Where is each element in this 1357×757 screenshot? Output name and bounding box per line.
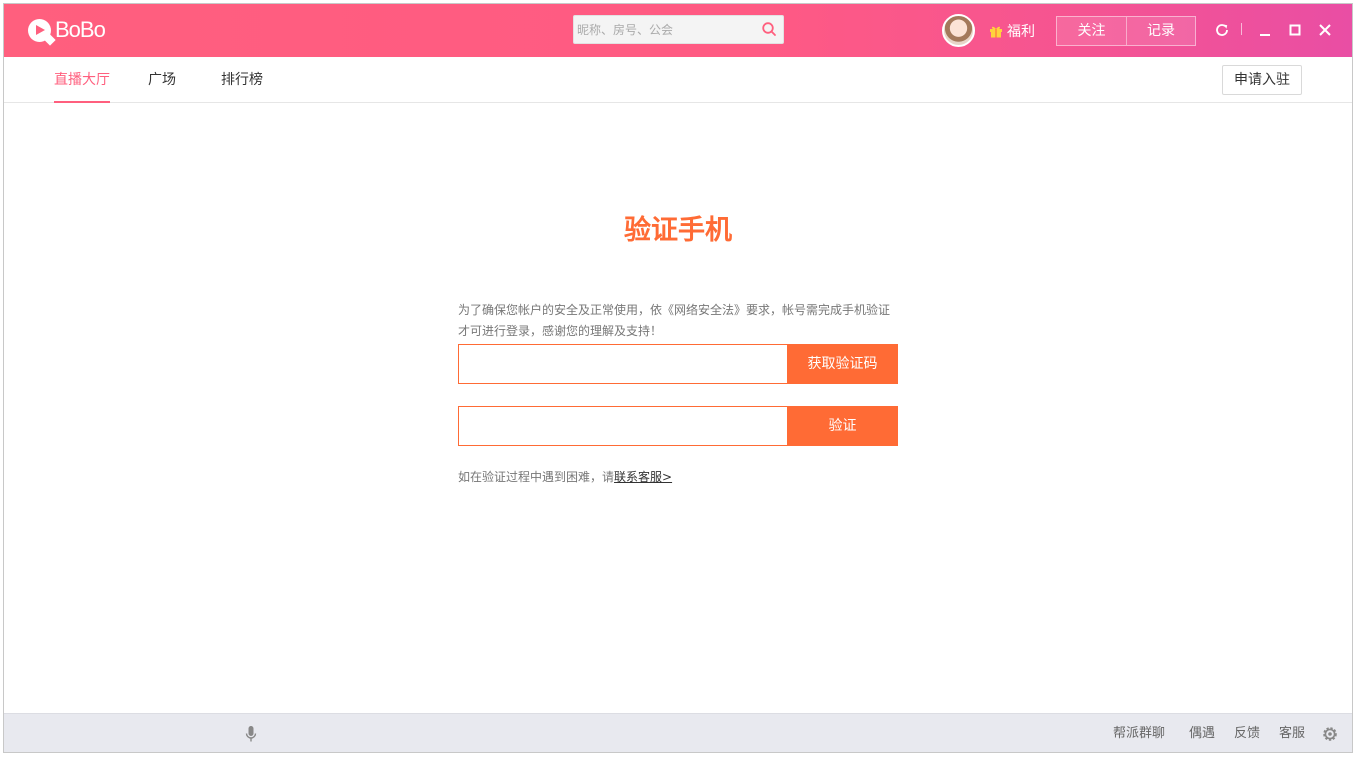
tab-live-hall[interactable]: 直播大厅	[54, 57, 110, 103]
footer-link-gang-chat[interactable]: 帮派群聊	[1113, 714, 1165, 752]
tab-bar: 直播大厅 广场 排行榜 申请入驻	[4, 57, 1352, 103]
phone-row: 获取验证码	[458, 344, 898, 384]
description-line-1: 为了确保您帐户的安全及正常使用，依《网络安全法》要求，帐号需完成手机验证	[458, 303, 891, 317]
description-line-2: 才可进行登录，感谢您的理解及支持！	[458, 324, 663, 338]
help-text-prefix: 如在验证过程中遇到困难，请	[458, 470, 615, 484]
footer-bar: 帮派群聊 偶遇 反馈 客服	[4, 713, 1352, 752]
tab-ranking[interactable]: 排行榜	[221, 57, 263, 103]
footer-link-support[interactable]: 客服	[1279, 714, 1305, 752]
gift-icon	[990, 26, 1002, 38]
close-icon[interactable]	[1315, 20, 1335, 40]
minimize-icon[interactable]	[1255, 20, 1275, 40]
logo-icon	[28, 18, 51, 42]
refresh-icon[interactable]	[1212, 20, 1232, 40]
apply-join-button[interactable]: 申请入驻	[1222, 65, 1302, 95]
app-window: BoBo 福利 关注 记录	[3, 3, 1353, 753]
tab-plaza[interactable]: 广场	[148, 57, 176, 103]
verify-button[interactable]: 验证	[787, 406, 898, 446]
settings-icon[interactable]	[1321, 725, 1339, 743]
verify-phone-panel: 验证手机 为了确保您帐户的安全及正常使用，依《网络安全法》要求，帐号需完成手机验…	[4, 103, 1352, 713]
logo-text: BoBo	[55, 17, 106, 42]
follow-button[interactable]: 关注	[1057, 17, 1126, 45]
history-button[interactable]: 记录	[1126, 17, 1195, 45]
contact-support-link[interactable]: 联系客服>	[614, 470, 672, 484]
control-divider	[1241, 23, 1242, 35]
help-text: 如在验证过程中遇到困难，请联系客服>	[458, 468, 672, 485]
header-button-group: 关注 记录	[1056, 16, 1196, 46]
mic-icon[interactable]	[244, 725, 258, 743]
verify-description: 为了确保您帐户的安全及正常使用，依《网络安全法》要求，帐号需完成手机验证 才可进…	[458, 300, 900, 342]
avatar[interactable]	[942, 14, 975, 47]
footer-link-feedback[interactable]: 反馈	[1234, 714, 1260, 752]
gift-button[interactable]: 福利	[989, 21, 1035, 41]
search-box	[573, 15, 784, 44]
title-bar: BoBo 福利 关注 记录	[4, 4, 1352, 57]
code-input[interactable]	[458, 406, 787, 446]
gift-label: 福利	[1007, 24, 1035, 40]
page-title: 验证手机	[624, 215, 732, 246]
maximize-icon[interactable]	[1285, 20, 1305, 40]
code-row: 验证	[458, 406, 898, 446]
logo[interactable]: BoBo	[28, 17, 106, 43]
footer-link-encounter[interactable]: 偶遇	[1189, 714, 1215, 752]
search-input[interactable]	[574, 16, 754, 43]
get-code-button[interactable]: 获取验证码	[787, 344, 898, 384]
phone-input[interactable]	[458, 344, 787, 384]
search-icon[interactable]	[761, 21, 777, 37]
